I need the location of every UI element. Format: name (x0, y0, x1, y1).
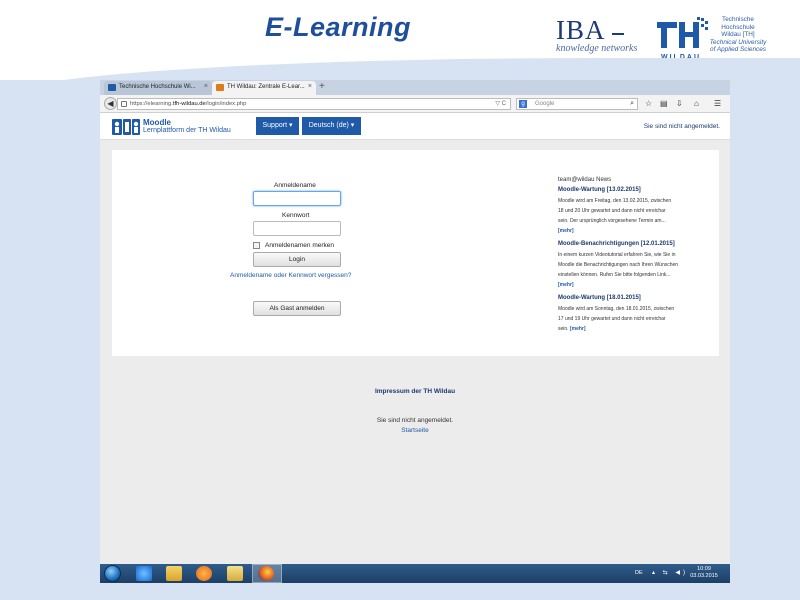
browser-screenshot: Technische Hochschule Wi... × TH Wildau:… (100, 80, 730, 583)
th-wildau-name: Technische Hochschule Wildau [TH] Techni… (709, 16, 767, 53)
windows-start-icon[interactable] (104, 565, 121, 582)
news-heading: team@wildau News (558, 177, 612, 183)
tab-elearning[interactable]: TH Wildau: Zentrale E-Lear... × (212, 81, 316, 95)
footer-login-status: Sie sind nicht angemeldet. (376, 417, 454, 424)
tab-bar: Technische Hochschule Wi... × TH Wildau:… (100, 80, 730, 95)
tab-close-icon[interactable]: × (204, 83, 208, 90)
moodle-logo-icon[interactable] (112, 117, 140, 137)
guest-login-button[interactable]: Als Gast anmelden (253, 301, 341, 316)
system-tray-icons[interactable]: ▴ ⇆ ◀) (652, 569, 688, 576)
news-more-link[interactable]: [mehr] (558, 282, 574, 288)
file-explorer-icon[interactable] (166, 566, 182, 581)
news-item-body: Moodle wird am Sonntag, den 18.01.2015, … (558, 306, 675, 332)
username-input[interactable] (253, 191, 341, 206)
tab-label: Technische Hochschule Wi... (119, 84, 196, 90)
iba-logo: IBA knowledge networks (556, 16, 648, 56)
lock-icon (121, 101, 127, 107)
tab-favicon-icon (216, 84, 224, 91)
url-bar[interactable]: https://elearning.tfh-wildau.de/login/in… (117, 98, 511, 110)
news-more-link[interactable]: [mehr] (558, 228, 574, 234)
remember-username-label: Anmeldenamen merken (265, 242, 335, 249)
remember-username-checkbox[interactable] (253, 242, 260, 249)
moodle-brand[interactable]: Moodle (143, 118, 171, 127)
bookmark-star-icon[interactable]: ☆ (645, 98, 652, 109)
news-more-link[interactable]: [mehr] (570, 326, 586, 332)
reload-icon[interactable]: ▽ C (495, 100, 506, 107)
news-item-body: In einem kurzen Videotutorial erfahren S… (558, 252, 679, 288)
menu-icon[interactable]: ☰ (714, 98, 721, 109)
internet-explorer-icon[interactable] (136, 566, 152, 581)
clock[interactable]: 10:09 03.03.2015 (687, 566, 721, 580)
search-input[interactable]: g Google ⌕ (516, 98, 638, 110)
home-icon[interactable]: ⌂ (694, 98, 699, 109)
mail-icon[interactable] (227, 566, 243, 581)
back-arrow-icon[interactable]: ◀ (104, 97, 117, 110)
news-item-title[interactable]: Moodle-Wartung [18.01.2015] (558, 295, 641, 301)
support-menu-button[interactable]: Support ▾ (256, 117, 299, 135)
moodle-header: Moodle Lernplattform der TH Wildau Suppo… (100, 113, 730, 140)
slide-title: E-Learning (265, 12, 412, 42)
input-language-indicator[interactable]: DE (635, 570, 643, 576)
firefox-icon[interactable] (258, 566, 274, 581)
login-status-text: Sie sind nicht angemeldet. (643, 123, 720, 130)
tab-th-wildau[interactable]: Technische Hochschule Wi... × (104, 81, 212, 95)
login-button[interactable]: Login (253, 252, 341, 267)
search-icon[interactable]: ⌕ (630, 100, 634, 108)
news-item-body: Moodle wird am Freitag, den 13.02.2015, … (558, 198, 672, 234)
th-wildau-mark-icon (657, 17, 708, 48)
download-icon[interactable]: ⇩ (676, 98, 683, 109)
tab-label: TH Wildau: Zentrale E-Lear... (227, 84, 305, 90)
language-menu-button[interactable]: Deutsch (de) ▾ (302, 117, 361, 135)
google-search-engine-icon[interactable]: g (519, 100, 527, 108)
news-item-title[interactable]: Moodle-Wartung [13.02.2015] (558, 187, 641, 193)
windows-taskbar: DE ▴ ⇆ ◀) 10:09 03.03.2015 (100, 564, 730, 583)
navigation-bar: ◀ https://elearning.tfh-wildau.de/login/… (100, 95, 730, 113)
iba-logo-text: IBA (556, 15, 606, 45)
th-wildau-logo: WILDAU Technische Hochschule Wildau [TH]… (657, 16, 767, 62)
media-player-icon[interactable] (196, 566, 212, 581)
password-label: Kennwort (282, 212, 310, 219)
username-label: Anmeldename (274, 182, 316, 189)
tab-favicon-icon (108, 84, 116, 91)
password-input[interactable] (253, 221, 341, 236)
tab-close-icon[interactable]: × (308, 83, 312, 90)
forgot-password-link[interactable]: Anmeldename oder Kennwort vergessen? (230, 272, 351, 279)
news-item-title[interactable]: Moodle-Benachrichtigungen [12.01.2015] (558, 241, 675, 247)
login-panel: Anmeldename Kennwort Anmeldenamen merken… (112, 150, 719, 356)
reading-list-icon[interactable]: ▤ (660, 98, 668, 109)
home-link[interactable]: Startseite (100, 427, 730, 434)
iba-logo-subtitle: knowledge networks (556, 43, 638, 54)
moodle-brand-subtitle: Lernplattform der TH Wildau (143, 127, 231, 134)
impressum-link[interactable]: Impressum der TH Wildau (100, 388, 730, 395)
new-tab-icon[interactable]: + (319, 81, 325, 93)
